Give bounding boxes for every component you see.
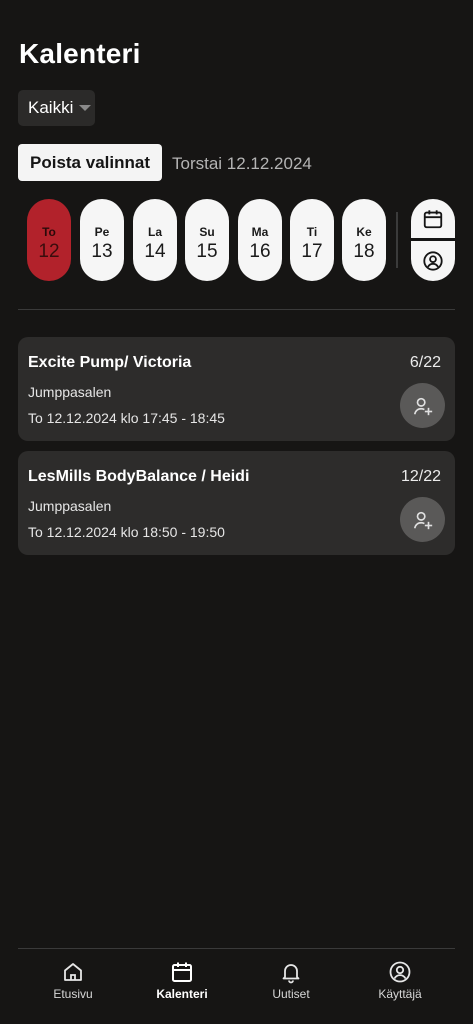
user-plus-icon bbox=[413, 511, 432, 529]
nav-label: Kalenteri bbox=[156, 987, 208, 1001]
nav-label: Etusivu bbox=[53, 987, 93, 1001]
nav-item-user[interactable]: Käyttäjä bbox=[355, 960, 445, 1001]
view-toggle[interactable] bbox=[411, 199, 455, 281]
day-button[interactable]: Ma 16 bbox=[238, 199, 282, 281]
day-button[interactable]: Su 15 bbox=[185, 199, 229, 281]
divider bbox=[18, 309, 455, 310]
day-name: Su bbox=[199, 225, 215, 239]
filter-dropdown[interactable]: Kaikki bbox=[18, 90, 95, 126]
calendar-icon[interactable] bbox=[422, 208, 444, 230]
nav-label: Uutiset bbox=[272, 987, 310, 1001]
class-time: To 12.12.2024 klo 18:50 - 19:50 bbox=[28, 524, 225, 540]
user-plus-icon bbox=[413, 397, 432, 415]
day-date: 15 bbox=[196, 241, 218, 262]
day-button[interactable]: Pe 13 bbox=[80, 199, 124, 281]
join-class-button[interactable] bbox=[400, 497, 445, 542]
class-name: Excite Pump/ Victoria bbox=[28, 354, 192, 371]
user-circle-icon[interactable] bbox=[422, 250, 444, 272]
selected-date: Torstai 12.12.2024 bbox=[172, 154, 312, 173]
day-button[interactable]: Ti 17 bbox=[290, 199, 334, 281]
nav-item-home[interactable]: Etusivu bbox=[28, 960, 118, 1001]
filter-selected: Kaikki bbox=[28, 98, 74, 117]
calendar-icon bbox=[172, 962, 192, 982]
nav-label: Käyttäjä bbox=[378, 987, 422, 1001]
day-date: 17 bbox=[301, 241, 323, 262]
day-name: Pe bbox=[94, 225, 110, 239]
class-location: Jumppasalen bbox=[28, 498, 112, 514]
day-date: 18 bbox=[353, 241, 375, 262]
home-icon bbox=[64, 963, 82, 981]
day-button[interactable]: To 12 bbox=[27, 199, 71, 281]
page-title: Kalenteri bbox=[19, 38, 141, 69]
bottom-nav: Etusivu Kalenteri Uutiset Käyttäjä bbox=[0, 948, 473, 1024]
toggle-separator bbox=[411, 238, 455, 241]
class-card[interactable]: Excite Pump/ Victoria 6/22 Jumppasalen T… bbox=[18, 337, 455, 441]
join-class-button[interactable] bbox=[400, 383, 445, 428]
day-date: 14 bbox=[144, 241, 166, 262]
day-name: Ma bbox=[251, 225, 269, 239]
class-time: To 12.12.2024 klo 17:45 - 18:45 bbox=[28, 410, 225, 426]
divider bbox=[396, 212, 398, 268]
day-date: 12 bbox=[38, 241, 60, 262]
class-count: 6/22 bbox=[409, 354, 441, 371]
day-date: 16 bbox=[249, 241, 271, 262]
day-button[interactable]: Ke 18 bbox=[342, 199, 386, 281]
user-icon bbox=[389, 961, 411, 983]
class-card[interactable]: LesMills BodyBalance / Heidi 12/22 Jumpp… bbox=[18, 451, 455, 555]
class-location: Jumppasalen bbox=[28, 384, 112, 400]
nav-item-calendar[interactable]: Kalenteri bbox=[137, 960, 227, 1001]
day-name: La bbox=[147, 225, 162, 239]
day-name: To bbox=[42, 225, 56, 239]
class-name: LesMills BodyBalance / Heidi bbox=[28, 468, 250, 485]
clear-selections-button[interactable]: Poista valinnat bbox=[18, 144, 162, 181]
day-date: 13 bbox=[91, 241, 113, 262]
class-count: 12/22 bbox=[400, 468, 441, 485]
nav-item-news[interactable]: Uutiset bbox=[246, 960, 336, 1001]
day-name: Ke bbox=[356, 225, 372, 239]
day-button[interactable]: La 14 bbox=[133, 199, 177, 281]
bell-icon bbox=[282, 964, 300, 984]
caret-down-icon bbox=[79, 105, 92, 111]
day-name: Ti bbox=[306, 225, 318, 239]
